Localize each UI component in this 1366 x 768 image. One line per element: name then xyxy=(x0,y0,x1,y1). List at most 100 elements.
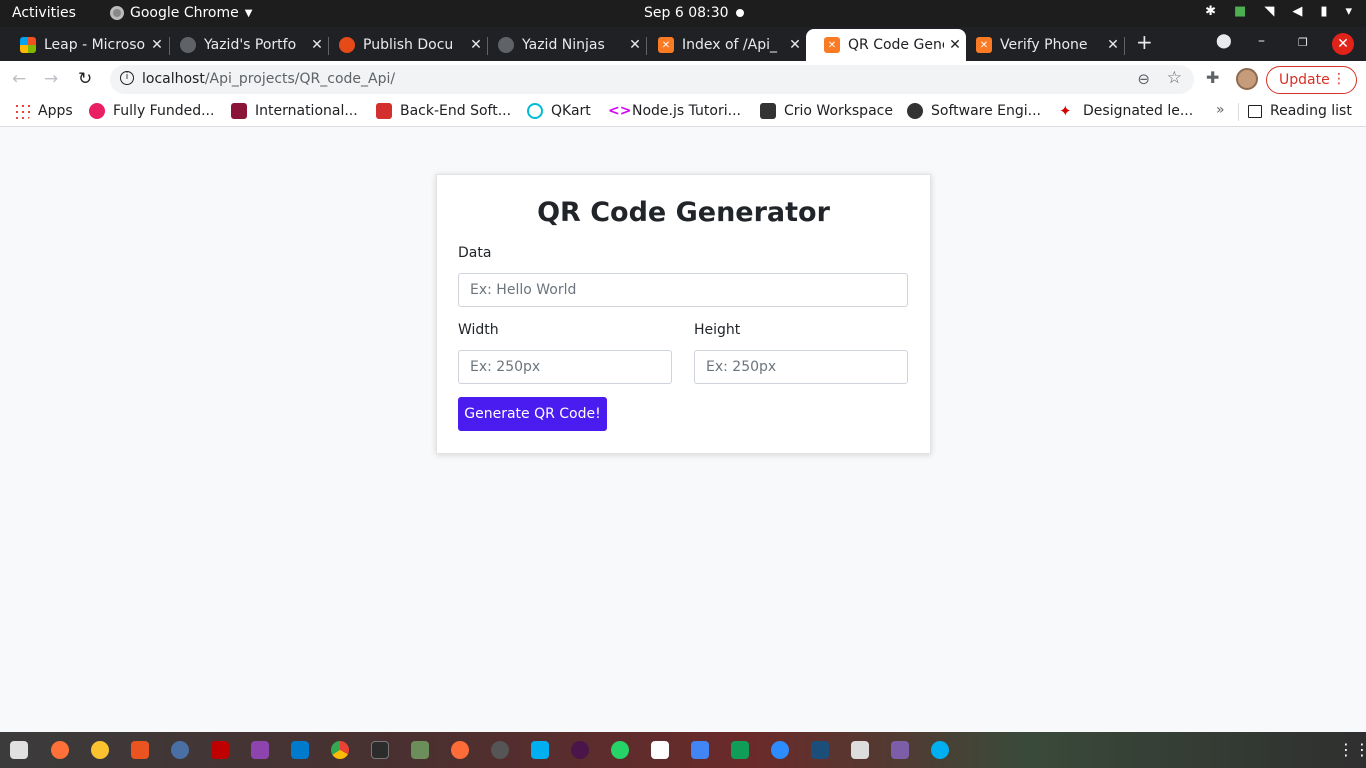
code-icon: <> xyxy=(608,103,632,119)
tab-ninjas[interactable]: Yazid Ninjas ✕ xyxy=(480,29,646,61)
skype-icon[interactable] xyxy=(531,741,549,759)
zoom-icon[interactable]: ⊖ xyxy=(1137,70,1150,88)
activities-button[interactable]: Activities xyxy=(12,5,76,21)
reading-list-button[interactable]: Reading list xyxy=(1248,103,1352,119)
bookmark-back-end[interactable]: Back-End Soft... xyxy=(376,103,511,119)
screen-recorder-icon[interactable] xyxy=(891,741,909,759)
url-text[interactable]: localhost/Api_projects/QR_code_Api/ xyxy=(142,71,395,87)
tab-search-icon[interactable]: ⬤ xyxy=(1216,33,1232,49)
tab-portfolio[interactable]: Yazid's Portfo ✕ xyxy=(162,29,328,61)
bookmark-apps[interactable]: Apps xyxy=(14,103,73,119)
tab-publish[interactable]: Publish Docu ✕ xyxy=(321,29,487,61)
reading-list-label: Reading list xyxy=(1270,103,1352,119)
bookmark-label: Software Engi... xyxy=(931,103,1042,119)
slack-dock-icon[interactable] xyxy=(571,741,589,759)
more-bookmarks-icon[interactable]: » xyxy=(1216,102,1225,118)
bookmark-software-eng[interactable]: Software Engi... xyxy=(907,103,1041,119)
slack-tray-icon[interactable]: ✱ xyxy=(1205,4,1216,19)
wifi-icon[interactable]: ◥ xyxy=(1264,4,1274,19)
terminal-icon[interactable] xyxy=(371,741,389,759)
tab-title: Leap - Microso xyxy=(44,37,146,53)
minimize-icon[interactable]: – xyxy=(1258,33,1265,49)
width-input[interactable] xyxy=(458,350,672,384)
data-input[interactable] xyxy=(458,273,908,307)
obs-icon[interactable] xyxy=(491,741,509,759)
height-input[interactable] xyxy=(694,350,908,384)
system-tray[interactable]: ✱ ■ ◥ ◀ ▮ ▾ xyxy=(1205,4,1352,19)
tab-leap[interactable]: Leap - Microso ✕ xyxy=(2,29,168,61)
generate-qr-button[interactable]: Generate QR Code! xyxy=(458,397,607,431)
height-label: Height xyxy=(694,322,741,338)
tab-close-icon[interactable]: ✕ xyxy=(1102,37,1124,53)
image-viewer-icon[interactable] xyxy=(411,741,429,759)
microsoft-icon xyxy=(20,37,36,53)
bookmark-fully-funded[interactable]: Fully Funded... xyxy=(89,103,214,119)
bookmark-label: Node.js Tutori... xyxy=(632,103,741,119)
globe-icon xyxy=(907,103,923,119)
taskbar-dock: ⋮⋮ xyxy=(0,732,1366,768)
shield-tray-icon[interactable]: ■ xyxy=(1234,4,1246,19)
battery-icon[interactable]: ▮ xyxy=(1320,4,1327,19)
bookmark-crio[interactable]: Crio Workspace xyxy=(760,103,893,119)
xampp-icon: ✕ xyxy=(976,37,992,53)
maple-leaf-icon: ✦ xyxy=(1059,102,1072,120)
update-button[interactable]: Update ⋮ xyxy=(1266,66,1357,94)
zoom-icon[interactable] xyxy=(771,741,789,759)
globe-icon xyxy=(498,37,514,53)
tab-title: Publish Docu xyxy=(363,37,454,53)
whatsapp-icon[interactable] xyxy=(611,741,629,759)
bookmark-designated[interactable]: ✦ Designated le... xyxy=(1059,103,1193,119)
notification-dot-icon xyxy=(736,9,744,17)
vscode-icon[interactable] xyxy=(291,741,309,759)
profile-avatar[interactable] xyxy=(1236,68,1258,90)
tab-title: Verify Phone xyxy=(1000,37,1088,53)
software-icon[interactable] xyxy=(131,741,149,759)
tab-title: Index of /Api_ xyxy=(682,37,778,53)
bookmark-star-icon[interactable]: ☆ xyxy=(1167,68,1182,88)
crio-icon xyxy=(760,103,776,119)
extensions-puzzle-icon[interactable]: ✚ xyxy=(1206,68,1219,87)
show-apps-icon[interactable]: ⋮⋮ xyxy=(1338,740,1366,759)
back-icon[interactable]: ← xyxy=(12,69,26,89)
tab-verify-phone[interactable]: ✕ Verify Phone ✕ xyxy=(958,29,1124,61)
help-icon[interactable] xyxy=(171,741,189,759)
reload-icon[interactable]: ↻ xyxy=(78,69,92,89)
app-menu[interactable]: Google Chrome ▼ xyxy=(110,5,252,21)
bookmark-international[interactable]: International... xyxy=(231,103,358,119)
postman-icon[interactable] xyxy=(451,741,469,759)
address-bar[interactable]: i localhost/Api_projects/QR_code_Api/ ⊖ … xyxy=(110,65,1194,94)
files-icon[interactable] xyxy=(10,741,28,759)
close-window-icon[interactable]: ✕ xyxy=(1332,33,1354,55)
calendar-icon[interactable] xyxy=(651,741,669,759)
more-menu-icon[interactable]: ⋮ xyxy=(1332,71,1346,87)
tab-qr-code[interactable]: ✕ QR Code Gene ✕ xyxy=(806,29,966,61)
skype-alt-icon[interactable] xyxy=(931,741,949,759)
chrome-dock-icon[interactable] xyxy=(331,741,349,759)
firefox-icon[interactable] xyxy=(51,741,69,759)
book-icon[interactable] xyxy=(851,741,869,759)
video-icon[interactable] xyxy=(251,741,269,759)
tab-close-icon[interactable]: ✕ xyxy=(784,37,806,53)
tab-index[interactable]: ✕ Index of /Api_ ✕ xyxy=(640,29,806,61)
clock[interactable]: Sep 6 08:30 xyxy=(644,5,729,21)
system-top-bar: Activities Google Chrome ▼ Sep 6 08:30 ✱… xyxy=(0,0,1366,27)
bookmark-label: Designated le... xyxy=(1083,103,1194,119)
forward-icon[interactable]: → xyxy=(44,69,58,89)
volume-icon[interactable]: ◀ xyxy=(1292,4,1302,19)
power-menu-icon[interactable]: ▾ xyxy=(1345,4,1352,19)
bookmark-label: Back-End Soft... xyxy=(400,103,512,119)
filezilla-icon[interactable] xyxy=(211,741,229,759)
tab-title: Yazid Ninjas xyxy=(522,37,605,53)
docs-icon[interactable] xyxy=(691,741,709,759)
sheets-icon[interactable] xyxy=(731,741,749,759)
bookmark-qkart[interactable]: QKart xyxy=(527,103,591,119)
rhythmbox-icon[interactable] xyxy=(91,741,109,759)
bookmark-nodejs[interactable]: <> Node.js Tutori... xyxy=(608,103,741,119)
restore-icon[interactable]: ❐ xyxy=(1298,36,1308,49)
width-label: Width xyxy=(458,322,499,338)
mysql-workbench-icon[interactable] xyxy=(811,741,829,759)
xampp-icon: ✕ xyxy=(658,37,674,53)
publish-icon xyxy=(339,37,355,53)
info-icon[interactable]: i xyxy=(120,71,134,85)
new-tab-icon[interactable]: + xyxy=(1136,30,1153,54)
